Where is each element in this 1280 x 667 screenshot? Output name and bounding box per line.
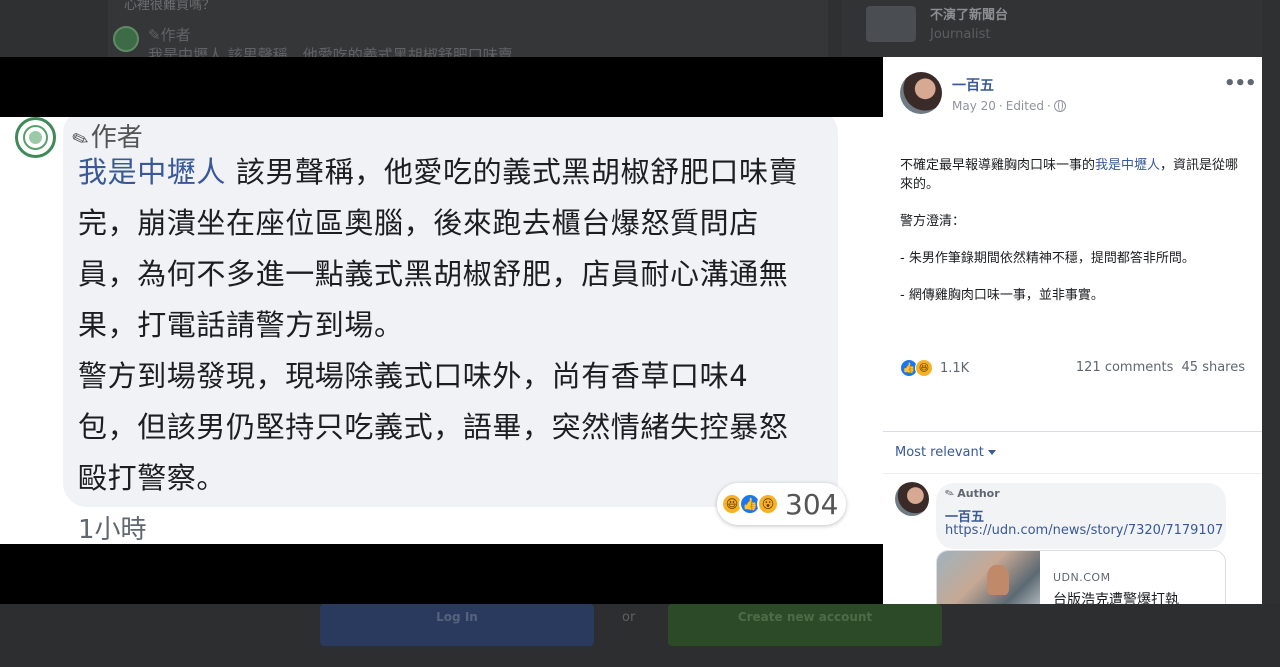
link-preview-site: UDN.COM [1053, 571, 1111, 584]
avatar[interactable] [900, 72, 942, 114]
globe-icon [1053, 100, 1066, 112]
page-role: Journalist [930, 27, 991, 42]
divider [883, 473, 1262, 474]
login-bar: Log In or Create new account [0, 604, 1280, 667]
photo-line-4: 果，打電話請警方到場。 [78, 308, 404, 342]
post-paragraph-4: - 網傳雞胸肉口味一事，並非事實。 [900, 288, 1104, 303]
author-badge: ✎ Author [943, 485, 1000, 502]
background-post: 心裡很難買嗎？ ✎作者 我是中壢人 該男聲稱，他愛吃的義式黑胡椒舒肥口味賣 [108, 0, 828, 57]
avatar[interactable] [895, 482, 929, 516]
or-label: or [622, 610, 636, 625]
page-logo [866, 6, 916, 42]
post-paragraph-1: 不確定最早報導雞胸肉口味一事的我是中壢人，資訊是從哪來的。 [900, 158, 1239, 192]
post-paragraph-3: - 朱男作筆錄期間依然精神不穩，提問都答非所問。 [900, 251, 1195, 266]
background-comment-snippet: 我是中壢人 該男聲稱，他愛吃的義式黑胡椒舒肥口味賣 [148, 46, 513, 57]
background-page-card: 不演了新聞台 Journalist [842, 0, 1262, 57]
divider [883, 431, 1262, 432]
post-reactions[interactable]: 👍 😆 1.1K [900, 359, 969, 377]
login-button[interactable]: Log In [320, 604, 594, 646]
background-author-label: ✎作者 [148, 26, 191, 44]
post-mention[interactable]: 我是中壢人 [1095, 158, 1160, 173]
post-meta: May 20 · Edited · [952, 99, 1066, 113]
caret-down-icon [987, 450, 996, 455]
photo-commenter-avatar [15, 117, 56, 158]
photo-line-6: 包，但該男仍堅持只吃義式，語畢，突然情緒失控暴怒 [78, 410, 789, 444]
comment-link[interactable]: https://udn.com/news/story/7320/7179107 [945, 523, 1223, 538]
post-date[interactable]: May 20 [952, 99, 996, 113]
post-text: 不確定最早報導雞胸肉口味一事的我是中壢人，資訊是從哪來的。 警方澄清： - 朱男… [900, 156, 1250, 323]
post-paragraph-2: 警方澄清： [900, 214, 966, 229]
post-photo[interactable]: ✎作者 我是中壢人 該男聲稱，他愛吃的義式黑胡椒舒肥口味賣 完，崩潰坐在座位區奧… [0, 117, 883, 544]
photo-line-2: 完，崩潰坐在座位區奧腦，後來跑去櫃台爆怒質問店 [78, 206, 759, 240]
link-preview-thumbnail [937, 551, 1040, 604]
haha-reaction-icon: 😆 [915, 359, 933, 377]
pencil-icon: ✎ [943, 485, 957, 502]
photo-line-3: 員，為何不多進一點義式黑胡椒舒肥，店員耐心溝通無 [78, 257, 789, 291]
post-panel: 一百五 May 20 · Edited · ••• 不確定最早報導雞胸肉口味一事… [883, 57, 1262, 604]
photo-reaction-count: 304 [785, 487, 839, 521]
photo-line-1: 我是中壢人 該男聲稱，他愛吃的義式黑胡椒舒肥口味賣 [78, 155, 799, 189]
create-account-button[interactable]: Create new account [668, 604, 942, 646]
photo-reactions: 😆 👍 😮 304 [717, 483, 847, 525]
page-name: 不演了新聞台 [930, 8, 1009, 23]
post-edited[interactable]: Edited [1006, 99, 1044, 113]
photo-comment-text: 我是中壢人 該男聲稱，他愛吃的義式黑胡椒舒肥口味賣 完，崩潰坐在座位區奧腦，後來… [78, 147, 828, 504]
shares-count[interactable]: 45 shares [1182, 360, 1245, 375]
post-counts: 121 comments 45 shares [1076, 360, 1245, 375]
more-options-icon[interactable]: ••• [1224, 73, 1257, 94]
post-reaction-count: 1.1K [940, 360, 970, 376]
photo-line-5: 警方到場發現，現場除義式口味外，尚有香草口味4 [78, 359, 749, 393]
link-preview-card[interactable]: UDN.COM 台版浩克遭警爆打執 [936, 550, 1226, 604]
comments-count[interactable]: 121 comments [1076, 360, 1173, 375]
photo-timestamp: 1小時 [78, 515, 147, 544]
wow-reaction-icon: 😮 [757, 493, 779, 515]
photo-line-7: 毆打警察。 [78, 461, 227, 495]
link-preview-title: 台版浩克遭警爆打執 [1053, 592, 1179, 604]
post-author-name[interactable]: 一百五 [952, 75, 994, 95]
background-commenter-avatar [113, 26, 139, 52]
photo-mention: 我是中壢人 [78, 155, 227, 189]
comment-sort-dropdown[interactable]: Most relevant [895, 445, 996, 460]
background-question-snippet: 心裡很難買嗎？ [124, 0, 216, 13]
